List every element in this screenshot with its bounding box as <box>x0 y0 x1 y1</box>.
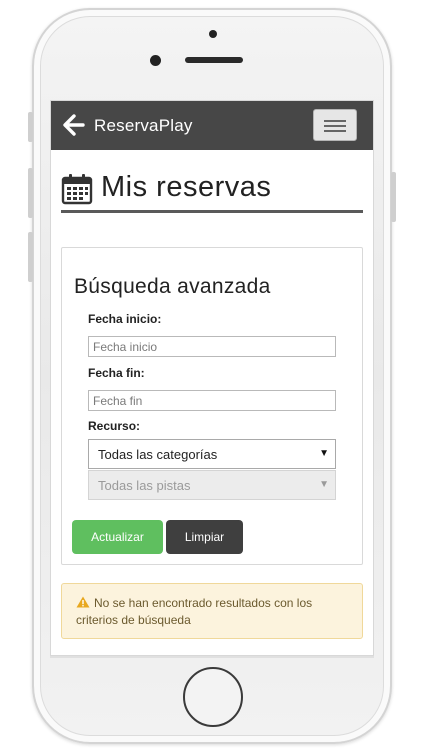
front-camera <box>209 30 217 38</box>
alert-message: No se han encontrado resultados con los … <box>76 596 313 627</box>
earpiece-speaker <box>185 57 243 63</box>
warning-icon <box>76 596 90 608</box>
court-select: Todas las pistas ▼ <box>88 470 336 500</box>
mute-switch <box>28 112 33 142</box>
update-button[interactable]: Actualizar <box>72 520 163 554</box>
chevron-down-icon: ▼ <box>319 448 329 459</box>
start-date-input[interactable] <box>88 336 336 357</box>
volume-down-button <box>28 232 33 282</box>
arrow-left-icon[interactable] <box>63 114 85 136</box>
screen-bottom-edge <box>50 656 374 658</box>
home-button[interactable] <box>183 667 243 727</box>
volume-up-button <box>28 168 33 218</box>
end-date-input[interactable] <box>88 390 336 411</box>
start-date-label: Fecha inicio: <box>88 312 162 326</box>
hamburger-menu-icon <box>324 120 346 122</box>
power-button <box>391 172 396 222</box>
advanced-search-panel: Búsqueda avanzada Fecha inicio: Fecha fi… <box>61 247 363 565</box>
court-select-value: Todas las pistas <box>98 478 191 493</box>
end-date-label: Fecha fin: <box>88 366 145 380</box>
chevron-down-icon: ▼ <box>319 479 329 490</box>
calendar-icon <box>61 174 93 205</box>
app-screen: ReservaPlay Mis reservas Búsqueda avanza… <box>50 100 374 656</box>
category-select-value: Todas las categorías <box>98 447 218 462</box>
app-brand[interactable]: ReservaPlay <box>94 116 193 136</box>
clear-button[interactable]: Limpiar <box>166 520 243 554</box>
top-navbar: ReservaPlay <box>51 101 373 150</box>
proximity-sensor <box>150 55 161 66</box>
resource-label: Recurso: <box>88 419 141 433</box>
page-header: Mis reservas <box>61 169 363 213</box>
page-title: Mis reservas <box>101 171 272 203</box>
search-panel-title: Búsqueda avanzada <box>74 275 271 298</box>
hamburger-menu-button[interactable] <box>313 109 357 141</box>
no-results-alert: No se han encontrado resultados con los … <box>61 583 363 639</box>
category-select[interactable]: Todas las categorías ▼ <box>88 439 336 469</box>
